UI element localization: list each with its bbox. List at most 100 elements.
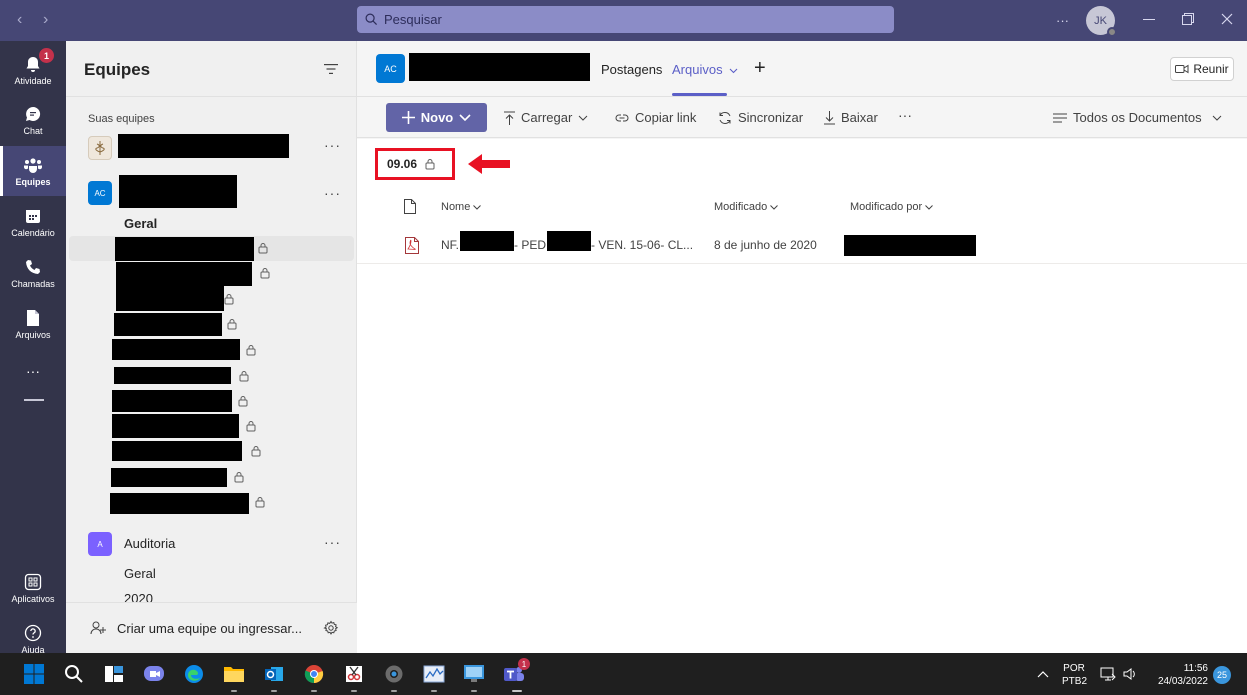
team-row-1[interactable]: ··· — [66, 133, 357, 163]
settings-gear-icon[interactable] — [323, 620, 339, 636]
teams-app-icon[interactable]: 1 — [502, 658, 530, 686]
filter-icon[interactable] — [324, 63, 338, 75]
lock-icon — [251, 446, 261, 457]
close-icon[interactable] — [1221, 13, 1233, 25]
minimize-icon[interactable] — [1143, 19, 1155, 21]
redacted-channel[interactable] — [112, 339, 240, 360]
help-icon — [24, 624, 42, 641]
windows-start-icon[interactable] — [22, 662, 46, 686]
file-explorer-icon[interactable] — [222, 662, 246, 686]
video-icon — [1175, 64, 1189, 74]
team-avatar: A — [88, 532, 112, 556]
upload-button[interactable]: Carregar — [504, 110, 588, 125]
rail-item-teams[interactable]: Equipes — [0, 146, 66, 196]
copy-link-button[interactable]: Copiar link — [615, 110, 696, 125]
download-button[interactable]: Baixar — [824, 110, 878, 125]
lock-icon — [234, 472, 244, 483]
tab-posts[interactable]: Postagens — [601, 62, 662, 77]
calendar-icon — [26, 209, 40, 223]
maximize-icon[interactable] — [1182, 13, 1194, 25]
redacted-channel[interactable] — [112, 390, 232, 412]
redacted-file-segment — [547, 231, 591, 251]
settings-more-button[interactable]: ··· — [1056, 0, 1069, 41]
running-indicator — [271, 690, 277, 692]
create-team-row[interactable]: Criar uma equipe ou ingressar... — [66, 602, 357, 653]
avatar-initials: JK — [1094, 14, 1107, 27]
volume-icon[interactable] — [1123, 667, 1137, 681]
teams-pane-title: Equipes — [84, 60, 151, 79]
sync-button[interactable]: Sincronizar — [718, 110, 803, 125]
file-icon — [27, 309, 39, 326]
caduceus-icon — [95, 141, 105, 155]
search-input[interactable]: Pesquisar — [357, 6, 894, 33]
rail-item-apps[interactable]: Aplicativos — [0, 563, 66, 613]
rail-item-calendar[interactable]: Calendário — [0, 197, 66, 247]
rail-item-calls[interactable]: Chamadas — [0, 248, 66, 298]
redacted-channel[interactable] — [110, 493, 249, 514]
notification-count-badge[interactable]: 25 — [1213, 666, 1231, 684]
redacted-channel[interactable] — [114, 313, 222, 336]
tab-files[interactable]: Arquivos — [672, 62, 738, 77]
app-rail: Atividade 1 Chat Equipes Calendário Cham… — [0, 41, 66, 655]
team-more-button[interactable]: ··· — [324, 185, 341, 201]
column-modified-label: Modificado — [714, 201, 768, 213]
network-icon[interactable] — [1100, 667, 1116, 681]
redacted-channel[interactable] — [115, 237, 254, 261]
add-people-icon — [90, 621, 106, 635]
team-row-auditoria[interactable]: A Auditoria ··· — [66, 530, 357, 558]
running-indicator — [311, 690, 317, 692]
breadcrumb-highlight[interactable]: 09.06 — [375, 148, 455, 180]
column-header-modified[interactable]: Modificado — [714, 201, 779, 213]
lock-icon — [224, 294, 234, 305]
rail-more-apps[interactable]: ··· — [0, 346, 66, 396]
redacted-channel[interactable] — [112, 441, 242, 461]
snipping-tool-icon[interactable] — [342, 662, 366, 686]
more-commands-button[interactable]: ··· — [898, 107, 912, 123]
language-indicator[interactable]: POR PTB2 — [1062, 662, 1087, 688]
redacted-channel[interactable] — [111, 468, 227, 487]
clock[interactable]: 11:56 24/03/2022 — [1148, 662, 1208, 688]
add-tab-button[interactable]: + — [754, 57, 766, 80]
meet-label: Reunir — [1193, 62, 1229, 76]
rail-item-files[interactable]: Arquivos — [0, 299, 66, 349]
redacted-channel[interactable] — [112, 414, 239, 438]
redacted-channel[interactable] — [116, 262, 252, 286]
chrome-icon[interactable] — [302, 662, 326, 686]
column-header-name[interactable]: Nome — [441, 201, 482, 213]
meet-button[interactable]: Reunir — [1170, 57, 1234, 81]
chevron-down-icon — [925, 204, 934, 210]
clock-time: 11:56 — [1183, 663, 1208, 674]
forward-icon[interactable]: › — [43, 11, 48, 29]
file-name-part2: - PED. — [514, 238, 550, 252]
team-more-button[interactable]: ··· — [324, 137, 341, 153]
outlook-icon[interactable] — [262, 662, 286, 686]
taskbar-search-icon[interactable] — [62, 662, 86, 686]
column-header-modified-by[interactable]: Modificado por — [850, 201, 934, 213]
new-button[interactable]: Novo — [386, 103, 487, 132]
chevron-down-icon — [459, 114, 471, 121]
team-avatar: AC — [88, 181, 112, 205]
performance-monitor-icon[interactable] — [422, 662, 446, 686]
settings-app-icon[interactable] — [382, 662, 406, 686]
rail-item-chat[interactable]: Chat — [0, 95, 66, 145]
team-more-button[interactable]: ··· — [324, 534, 341, 550]
redacted-channel[interactable] — [114, 367, 231, 384]
breadcrumb-folder: 09.06 — [387, 157, 418, 171]
file-row[interactable]: NF. - PED. - VEN. 15-06- CL... 8 de junh… — [357, 227, 1247, 264]
remote-desktop-icon[interactable] — [462, 662, 486, 686]
user-avatar[interactable]: JK — [1086, 6, 1117, 37]
file-name-part3: - VEN. 15-06- CL... — [591, 238, 694, 252]
view-selector[interactable]: Todos os Documentos — [1053, 110, 1222, 125]
redacted-channel[interactable] — [116, 286, 224, 311]
rail-item-activity[interactable]: Atividade 1 — [0, 45, 66, 95]
teams-chat-icon[interactable] — [142, 662, 166, 686]
chevron-down-icon — [578, 115, 588, 121]
team-row-2[interactable]: AC ··· — [66, 175, 357, 211]
edge-icon[interactable] — [182, 662, 206, 686]
download-icon — [824, 110, 835, 124]
channel-general[interactable]: Geral — [124, 216, 157, 231]
back-icon[interactable]: ‹ — [17, 11, 22, 29]
channel-general[interactable]: Geral — [124, 566, 156, 581]
task-view-icon[interactable] — [102, 662, 126, 686]
show-hidden-icons-icon[interactable] — [1037, 670, 1049, 678]
